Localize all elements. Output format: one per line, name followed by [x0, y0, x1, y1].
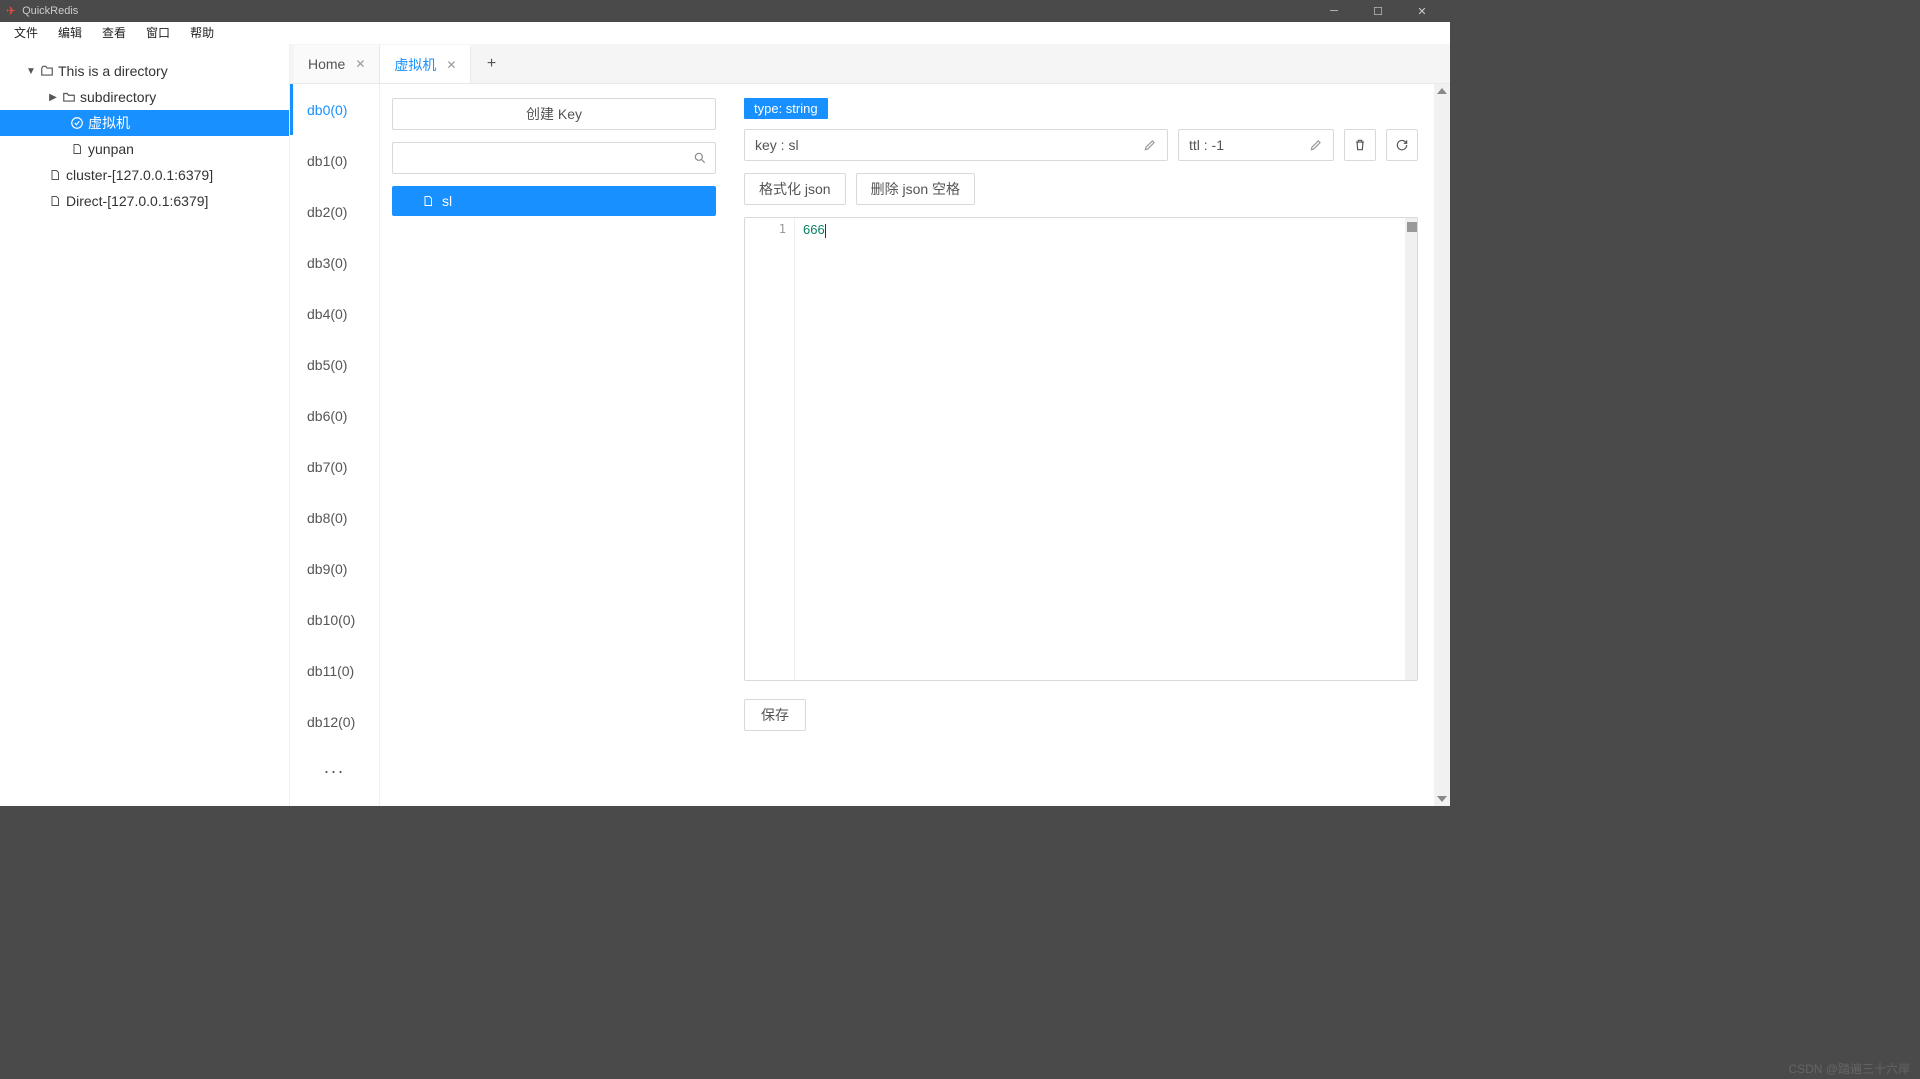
menu-window[interactable]: 窗口	[136, 24, 180, 41]
ttl-field[interactable]: ttl : -1	[1178, 129, 1334, 161]
format-json-button[interactable]: 格式化 json	[744, 173, 846, 205]
tree-label: subdirectory	[80, 89, 156, 105]
button-label: 保存	[761, 705, 789, 725]
key-value: key : sl	[755, 137, 1143, 153]
code-content[interactable]: 666	[795, 218, 1405, 680]
new-tab-button[interactable]: +	[471, 45, 511, 83]
file-icon	[422, 194, 434, 208]
db-item[interactable]: db6(0)	[290, 390, 379, 441]
editor-minimap	[1405, 218, 1417, 680]
delete-json-space-button[interactable]: 删除 json 空格	[856, 173, 975, 205]
close-icon[interactable]: ✕	[355, 57, 365, 71]
tree-node-vm[interactable]: 虚拟机	[0, 110, 289, 136]
db-item[interactable]: db0(0)	[290, 84, 379, 135]
button-label: 删除 json 空格	[871, 179, 960, 199]
tree-label: 虚拟机	[88, 113, 130, 133]
refresh-button[interactable]	[1386, 129, 1418, 161]
db-item[interactable]: db9(0)	[290, 543, 379, 594]
file-icon	[68, 142, 86, 156]
tree-label: Direct-[127.0.0.1:6379]	[66, 193, 208, 209]
tree-node-yunpan[interactable]: yunpan	[0, 136, 289, 162]
db-item[interactable]: db10(0)	[290, 594, 379, 645]
line-number: 1	[745, 218, 795, 680]
key-list: sl	[392, 186, 716, 216]
db-item[interactable]: db5(0)	[290, 339, 379, 390]
titlebar: ✈ QuickRedis ─ ☐ ✕	[0, 0, 1450, 22]
db-more-button[interactable]: ...	[290, 747, 379, 787]
db-item[interactable]: db1(0)	[290, 135, 379, 186]
key-field[interactable]: key : sl	[744, 129, 1168, 161]
tree-node-directory[interactable]: ▼ This is a directory	[0, 58, 289, 84]
tab-bar: Home ✕ 虚拟机 ✕ +	[290, 44, 1450, 84]
watermark: CSDN @踏遍三十六岸	[1788, 1060, 1910, 1077]
tab-label: Home	[308, 56, 345, 72]
tree-label: cluster-[127.0.0.1:6379]	[66, 167, 213, 183]
search-field[interactable]	[401, 151, 693, 166]
db-item[interactable]: db12(0)	[290, 696, 379, 747]
menu-view[interactable]: 查看	[92, 24, 136, 41]
tab-label: 虚拟机	[394, 55, 436, 75]
app-icon: ✈	[6, 4, 16, 18]
close-button[interactable]: ✕	[1400, 0, 1444, 22]
db-item[interactable]: db11(0)	[290, 645, 379, 696]
file-icon	[46, 194, 64, 208]
tree-label: This is a directory	[58, 63, 168, 79]
type-badge: type: string	[744, 98, 828, 119]
ttl-value: ttl : -1	[1189, 137, 1309, 153]
connection-tree: ▼ This is a directory ▶ subdirectory 虚拟机	[0, 44, 290, 806]
save-button[interactable]: 保存	[744, 699, 806, 731]
db-item[interactable]: db4(0)	[290, 288, 379, 339]
db-item[interactable]: db3(0)	[290, 237, 379, 288]
tree-node-subdirectory[interactable]: ▶ subdirectory	[0, 84, 289, 110]
key-panel: 创建 Key sl	[380, 84, 728, 806]
search-icon[interactable]	[693, 151, 707, 165]
button-label: 格式化 json	[759, 179, 831, 199]
database-list: db0(0) db1(0) db2(0) db3(0) db4(0) db5(0…	[290, 84, 380, 806]
edit-icon[interactable]	[1143, 138, 1157, 152]
app-title: QuickRedis	[22, 5, 1312, 17]
check-circle-icon	[68, 116, 86, 130]
file-icon	[46, 168, 64, 182]
menu-file[interactable]: 文件	[4, 24, 48, 41]
folder-open-icon	[38, 64, 56, 78]
tree-node-cluster[interactable]: cluster-[127.0.0.1:6379]	[0, 162, 289, 188]
create-key-button[interactable]: 创建 Key	[392, 98, 716, 130]
menubar: 文件 编辑 查看 窗口 帮助	[0, 22, 1450, 44]
db-item[interactable]: db8(0)	[290, 492, 379, 543]
key-item[interactable]: sl	[392, 186, 716, 216]
db-item[interactable]: db2(0)	[290, 186, 379, 237]
vertical-scrollbar[interactable]	[1434, 84, 1450, 806]
tab-home[interactable]: Home ✕	[294, 45, 380, 83]
db-item[interactable]: db7(0)	[290, 441, 379, 492]
value-editor[interactable]: 1 666	[744, 217, 1418, 681]
menu-help[interactable]: 帮助	[180, 24, 224, 41]
tab-vm[interactable]: 虚拟机 ✕	[380, 45, 471, 83]
minimize-button[interactable]: ─	[1312, 0, 1356, 22]
chevron-down-icon[interactable]: ▼	[24, 66, 38, 77]
tree-node-direct[interactable]: Direct-[127.0.0.1:6379]	[0, 188, 289, 214]
edit-icon[interactable]	[1309, 138, 1323, 152]
button-label: 创建 Key	[526, 104, 582, 124]
close-icon[interactable]: ✕	[446, 58, 456, 72]
key-name: sl	[442, 193, 452, 209]
folder-icon	[60, 90, 78, 104]
maximize-button[interactable]: ☐	[1356, 0, 1400, 22]
key-search-input[interactable]	[392, 142, 716, 174]
menu-edit[interactable]: 编辑	[48, 24, 92, 41]
tree-label: yunpan	[88, 141, 134, 157]
value-detail-panel: type: string key : sl ttl : -1	[728, 84, 1434, 806]
delete-button[interactable]	[1344, 129, 1376, 161]
chevron-right-icon[interactable]: ▶	[46, 92, 60, 103]
code-value: 666	[803, 222, 825, 237]
